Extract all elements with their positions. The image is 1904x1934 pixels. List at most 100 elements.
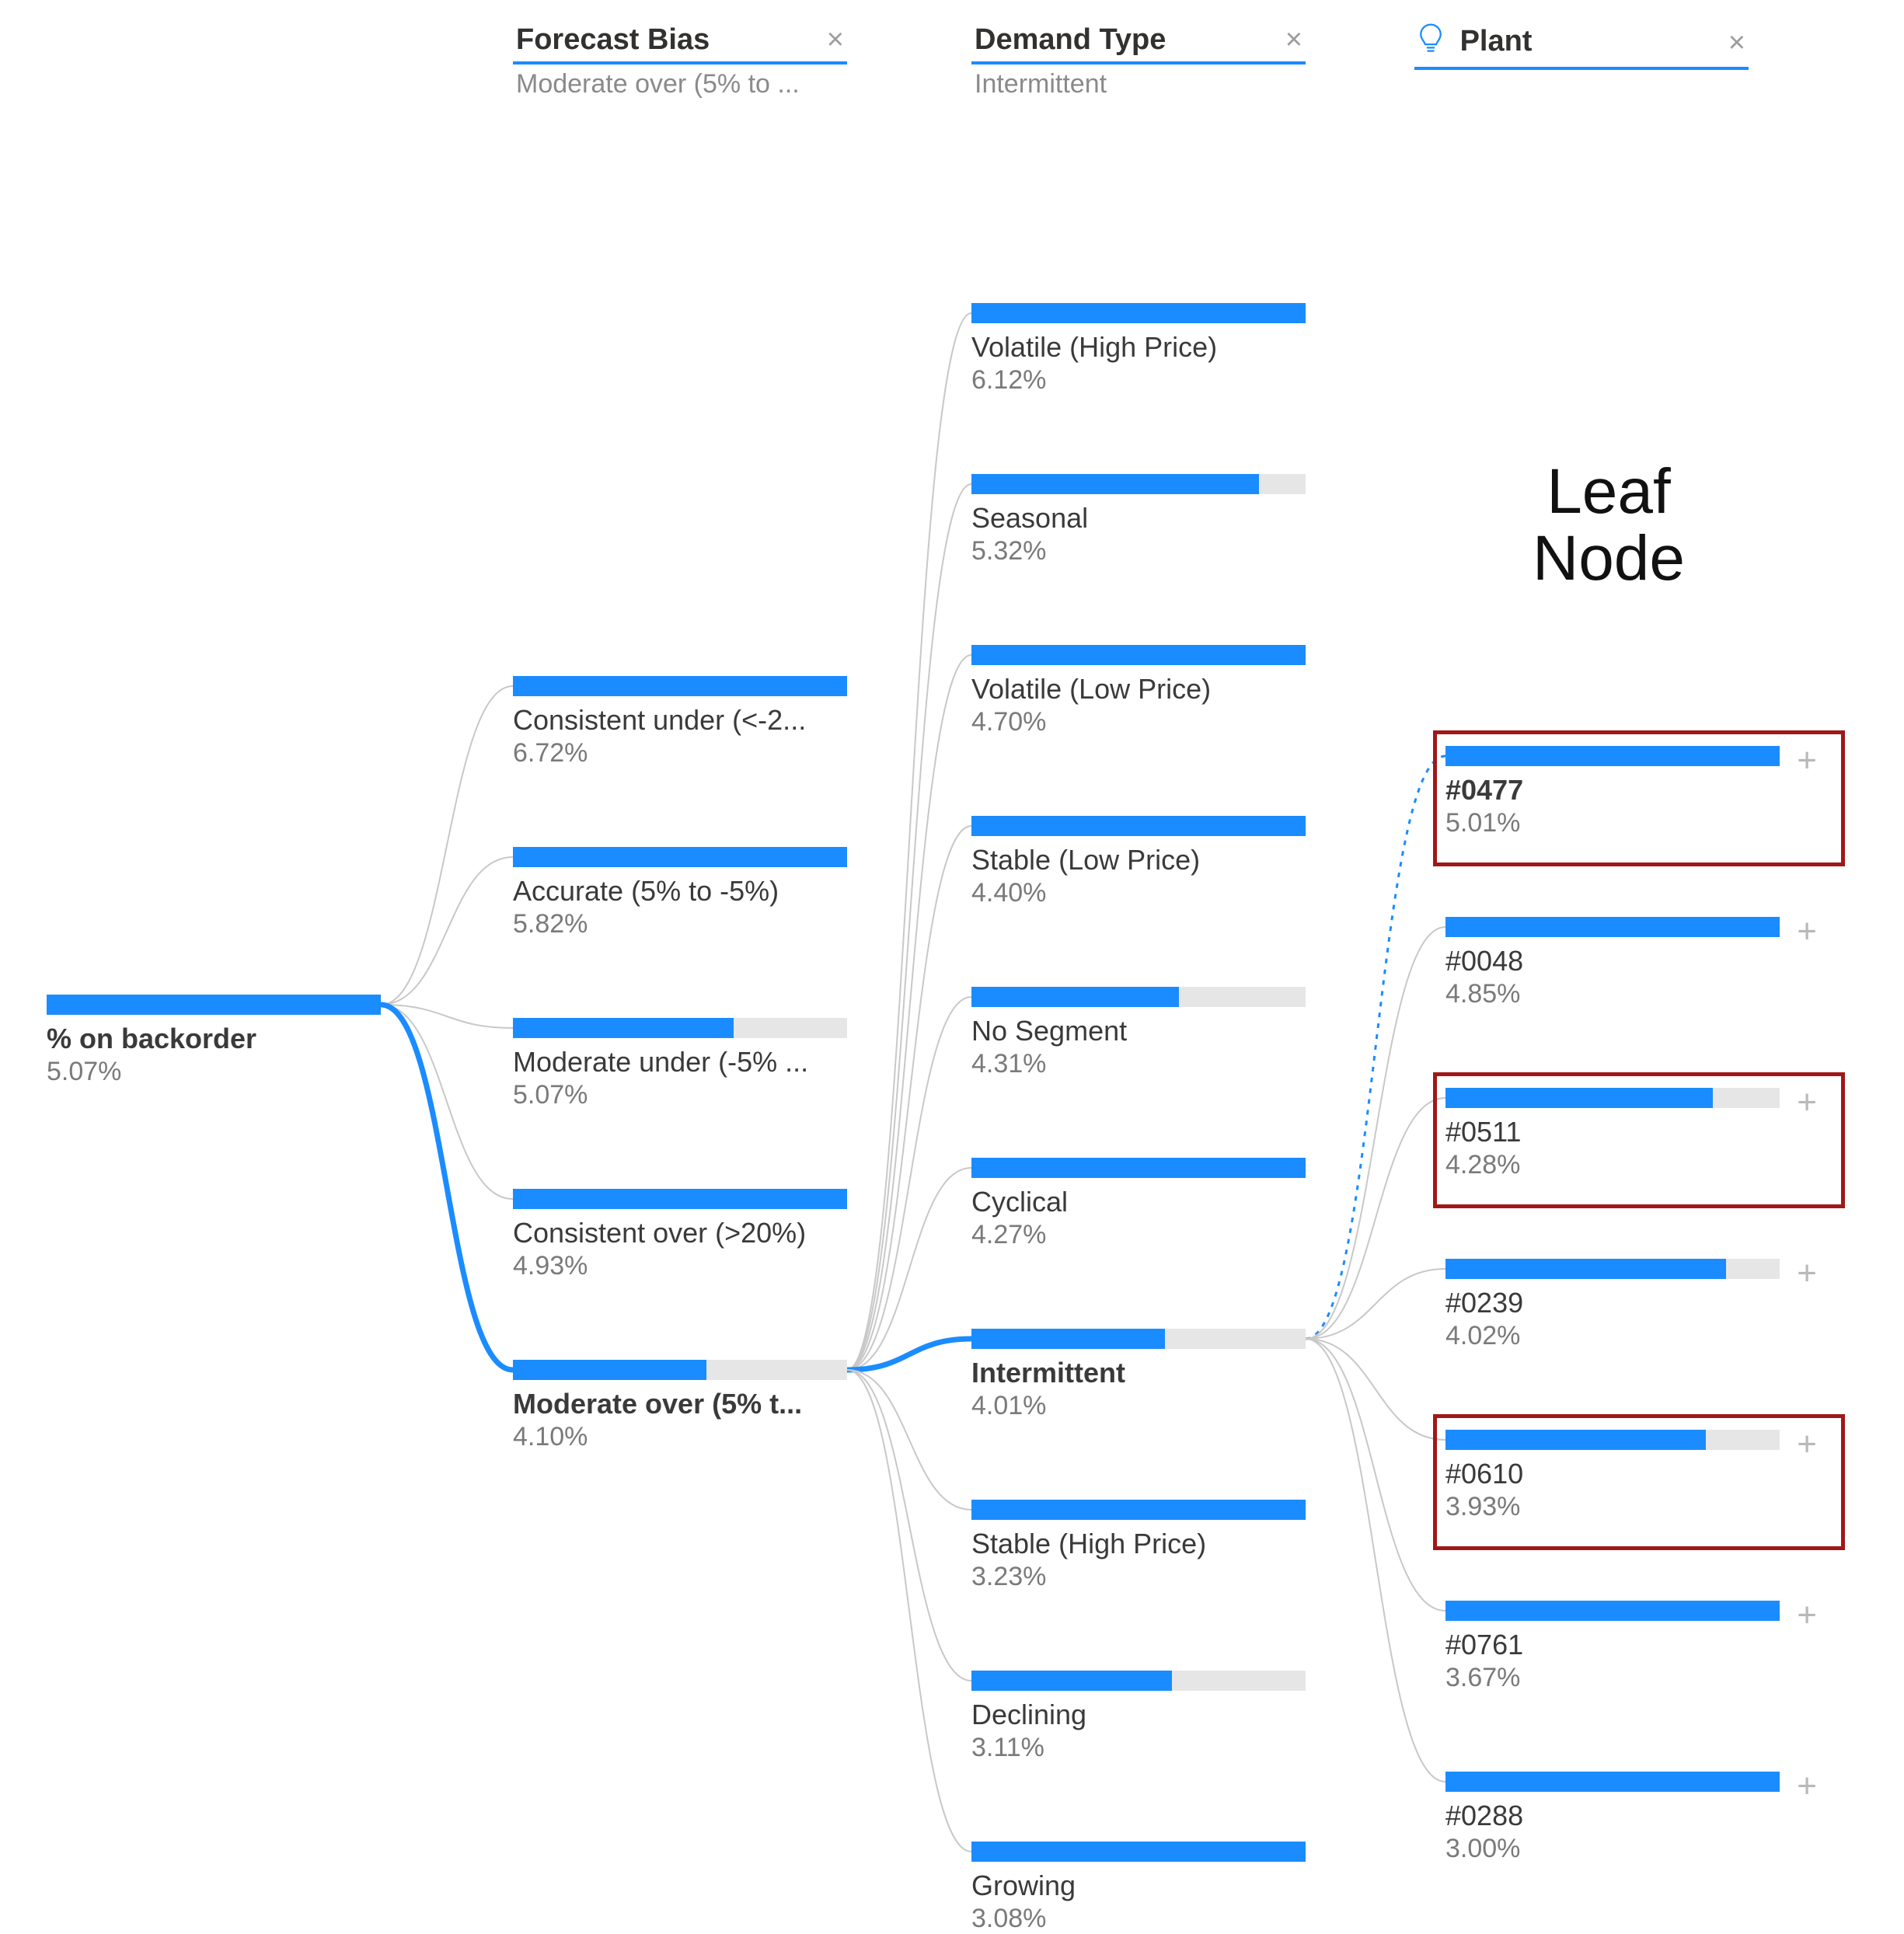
plant-node-0-value: 5.01%: [1445, 808, 1780, 838]
forecast-bias-node-2-value: 5.07%: [513, 1080, 847, 1110]
demand-type-node-2-label: Volatile (Low Price): [971, 673, 1306, 706]
demand-type-node-8[interactable]: Declining3.11%: [971, 1671, 1306, 1763]
demand-type-node-2-bar: [971, 645, 1306, 665]
header-label: Demand Type: [975, 23, 1166, 57]
header-demand-type[interactable]: Demand Type × Intermittent: [971, 23, 1306, 99]
forecast-bias-node-2[interactable]: Moderate under (-5% ...5.07%: [513, 1018, 847, 1110]
plant-node-4-label: #0610: [1445, 1458, 1780, 1490]
plant-node-0-bar: [1445, 746, 1780, 766]
demand-type-node-6[interactable]: Intermittent4.01%: [971, 1329, 1306, 1421]
demand-type-node-7-value: 3.23%: [971, 1562, 1306, 1592]
demand-type-node-0-label: Volatile (High Price): [971, 331, 1306, 364]
forecast-bias-node-1-label: Accurate (5% to -5%): [513, 875, 847, 908]
forecast-bias-node-0[interactable]: Consistent under (<-2...6.72%: [513, 676, 847, 768]
demand-type-node-8-value: 3.11%: [971, 1733, 1306, 1763]
forecast-bias-node-3-label: Consistent over (>20%): [513, 1217, 847, 1249]
demand-type-node-4-label: No Segment: [971, 1015, 1306, 1047]
forecast-bias-node-1[interactable]: Accurate (5% to -5%)5.82%: [513, 847, 847, 939]
demand-type-node-3-label: Stable (Low Price): [971, 844, 1306, 876]
demand-type-node-1-value: 5.32%: [971, 536, 1306, 566]
forecast-bias-node-1-value: 5.82%: [513, 909, 847, 939]
forecast-bias-node-1-bar: [513, 847, 847, 867]
plant-node-6-label: #0288: [1445, 1800, 1780, 1832]
plant-node-3-label: #0239: [1445, 1287, 1780, 1319]
header-forecast-bias[interactable]: Forecast Bias × Moderate over (5% to ...: [513, 23, 847, 99]
plant-node-3-value: 4.02%: [1445, 1321, 1780, 1351]
plant-node-3[interactable]: #02394.02%+: [1445, 1259, 1780, 1351]
plant-node-2-label: #0511: [1445, 1116, 1780, 1148]
demand-type-node-3-bar: [971, 816, 1306, 836]
expand-icon[interactable]: +: [1797, 1083, 1817, 1122]
demand-type-node-2[interactable]: Volatile (Low Price)4.70%: [971, 645, 1306, 737]
root-node-label: % on backorder: [47, 1023, 381, 1055]
demand-type-node-7-bar: [971, 1500, 1306, 1520]
root-node[interactable]: % on backorder5.07%: [47, 995, 381, 1087]
forecast-bias-node-2-label: Moderate under (-5% ...: [513, 1046, 847, 1079]
forecast-bias-node-2-bar: [513, 1018, 847, 1038]
close-icon[interactable]: ×: [1728, 26, 1745, 60]
demand-type-node-0-bar: [971, 303, 1306, 323]
plant-node-6-value: 3.00%: [1445, 1834, 1780, 1864]
root-node-bar: [47, 995, 381, 1015]
plant-node-2-value: 4.28%: [1445, 1150, 1780, 1180]
plant-node-4-bar: [1445, 1430, 1780, 1450]
demand-type-node-9-bar: [971, 1842, 1306, 1862]
plant-node-1-label: #0048: [1445, 945, 1780, 977]
forecast-bias-node-3-bar: [513, 1189, 847, 1209]
expand-icon[interactable]: +: [1797, 741, 1817, 780]
demand-type-node-0[interactable]: Volatile (High Price)6.12%: [971, 303, 1306, 396]
close-icon[interactable]: ×: [827, 23, 844, 57]
plant-node-4[interactable]: #06103.93%+: [1445, 1430, 1780, 1522]
close-icon[interactable]: ×: [1285, 23, 1302, 57]
expand-icon[interactable]: +: [1797, 1254, 1817, 1293]
expand-icon[interactable]: +: [1797, 912, 1817, 951]
demand-type-node-7[interactable]: Stable (High Price)3.23%: [971, 1500, 1306, 1592]
plant-node-1[interactable]: #00484.85%+: [1445, 917, 1780, 1009]
demand-type-node-4-bar: [971, 987, 1306, 1007]
demand-type-node-6-label: Intermittent: [971, 1357, 1306, 1389]
demand-type-node-8-bar: [971, 1671, 1306, 1691]
expand-icon[interactable]: +: [1797, 1425, 1817, 1464]
plant-node-6[interactable]: #02883.00%+: [1445, 1772, 1780, 1864]
demand-type-node-9[interactable]: Growing3.08%: [971, 1842, 1306, 1934]
demand-type-node-5-bar: [971, 1158, 1306, 1178]
demand-type-node-9-value: 3.08%: [971, 1904, 1306, 1934]
demand-type-node-3[interactable]: Stable (Low Price)4.40%: [971, 816, 1306, 908]
demand-type-node-4-value: 4.31%: [971, 1049, 1306, 1079]
annotation: Leaf Node: [1508, 458, 1710, 592]
demand-type-node-5[interactable]: Cyclical4.27%: [971, 1158, 1306, 1250]
forecast-bias-node-4[interactable]: Moderate over (5% t...4.10%: [513, 1360, 847, 1452]
plant-node-6-bar: [1445, 1772, 1780, 1792]
demand-type-node-7-label: Stable (High Price): [971, 1528, 1306, 1560]
demand-type-node-5-label: Cyclical: [971, 1186, 1306, 1218]
demand-type-node-1-bar: [971, 474, 1306, 494]
demand-type-node-6-value: 4.01%: [971, 1391, 1306, 1421]
bulb-icon: [1418, 23, 1444, 62]
header-label: Forecast Bias: [516, 23, 710, 57]
expand-icon[interactable]: +: [1797, 1596, 1817, 1635]
forecast-bias-node-0-bar: [513, 676, 847, 696]
plant-node-0[interactable]: #04775.01%+: [1445, 746, 1780, 838]
plant-node-2[interactable]: #05114.28%+: [1445, 1088, 1780, 1180]
plant-node-5-bar: [1445, 1601, 1780, 1621]
demand-type-node-4[interactable]: No Segment4.31%: [971, 987, 1306, 1079]
header-plant[interactable]: Plant ×: [1414, 23, 1749, 70]
expand-icon[interactable]: +: [1797, 1767, 1817, 1806]
forecast-bias-node-0-value: 6.72%: [513, 738, 847, 768]
header-selected-value: Moderate over (5% to ...: [513, 64, 847, 99]
forecast-bias-node-4-value: 4.10%: [513, 1422, 847, 1452]
plant-node-5[interactable]: #07613.67%+: [1445, 1601, 1780, 1693]
demand-type-node-9-label: Growing: [971, 1870, 1306, 1902]
plant-node-5-value: 3.67%: [1445, 1663, 1780, 1693]
demand-type-node-1[interactable]: Seasonal5.32%: [971, 474, 1306, 566]
header-selected-value: Intermittent: [971, 64, 1306, 99]
plant-node-4-value: 3.93%: [1445, 1492, 1780, 1522]
forecast-bias-node-3[interactable]: Consistent over (>20%)4.93%: [513, 1189, 847, 1281]
root-node-value: 5.07%: [47, 1057, 381, 1087]
demand-type-node-3-value: 4.40%: [971, 878, 1306, 908]
forecast-bias-node-4-bar: [513, 1360, 847, 1380]
plant-node-2-bar: [1445, 1088, 1780, 1108]
header-label: Plant: [1418, 23, 1532, 62]
plant-node-1-value: 4.85%: [1445, 979, 1780, 1009]
demand-type-node-1-label: Seasonal: [971, 502, 1306, 535]
